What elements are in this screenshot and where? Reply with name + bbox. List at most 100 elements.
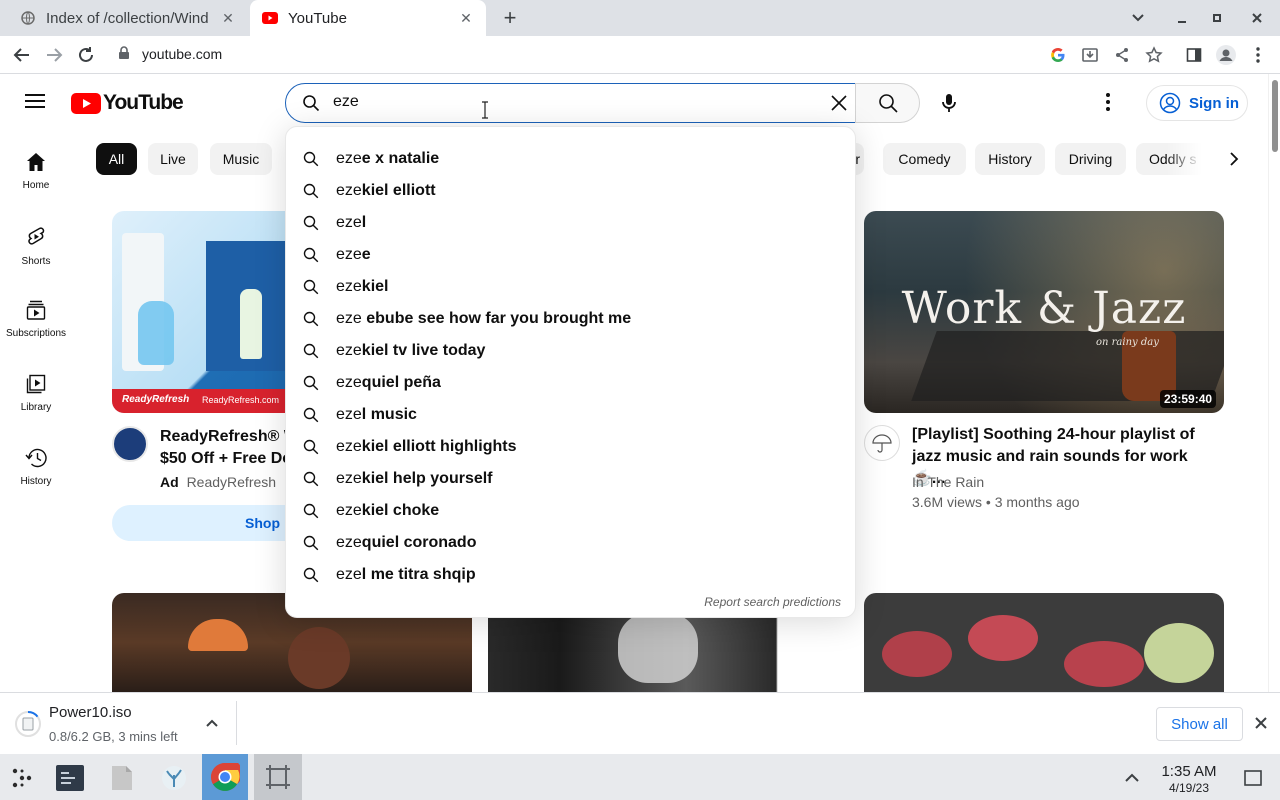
tab-search-chevron-icon[interactable] [1126, 6, 1150, 30]
suggestion-completion: e x natalie [361, 150, 440, 167]
ad-shop-button[interactable]: Shop [112, 505, 292, 541]
share-icon[interactable] [1110, 43, 1134, 67]
channel-avatar[interactable] [864, 425, 900, 461]
search-suggestion[interactable]: ezekiel help yourself [286, 463, 857, 495]
suggestion-completion: l music [361, 406, 417, 423]
sidebar-item-subscriptions[interactable]: Subscriptions [0, 300, 72, 370]
tab-youtube[interactable]: YouTube ✕ [250, 0, 486, 36]
search-suggestion[interactable]: ezee [286, 239, 857, 271]
suggestion-search-icon [303, 279, 319, 295]
search-suggestion[interactable]: ezekiel tv live today [286, 335, 857, 367]
bookmark-star-icon[interactable] [1142, 43, 1166, 67]
chip-history[interactable]: History [975, 143, 1045, 175]
back-button[interactable] [10, 43, 34, 67]
report-predictions-link[interactable]: Report search predictions [704, 595, 841, 609]
search-suggestion[interactable]: ezekiel elliott [286, 175, 857, 207]
youtube-logo[interactable]: YouTube [71, 91, 184, 115]
suggestion-text: ezekiel elliott [336, 182, 436, 200]
sidebar-item-library[interactable]: Library [0, 374, 72, 444]
address-bar-url[interactable]: youtube.com [142, 46, 222, 62]
ad-title[interactable]: ReadyRefresh® W $50 Off + Free De [160, 426, 290, 470]
search-suggestion[interactable]: ezel music [286, 399, 857, 431]
browser-menu-icon[interactable] [1246, 43, 1270, 67]
sidebar-item-shorts[interactable]: Shorts [0, 226, 72, 296]
umbrella-logo-icon [872, 434, 892, 453]
search-suggestion[interactable]: ezequiel coronado [286, 527, 857, 559]
tab-title: YouTube [288, 9, 347, 27]
sign-in-button[interactable]: Sign in [1146, 85, 1248, 121]
suggestion-typed-part: eze [336, 310, 362, 327]
page-scrollbar[interactable] [1268, 74, 1280, 692]
screenshot-app-icon[interactable] [254, 754, 302, 800]
channel-name[interactable]: In The Rain [912, 474, 984, 490]
side-panel-icon[interactable] [1182, 43, 1206, 67]
suggestion-search-icon [303, 535, 319, 551]
suggestion-typed-part: eze [336, 342, 362, 359]
close-window-button[interactable] [1245, 6, 1269, 30]
install-app-icon[interactable] [1078, 43, 1102, 67]
tray-expand-chevron-icon[interactable] [1124, 770, 1140, 788]
search-suggestion[interactable]: ezequiel peña [286, 367, 857, 399]
lock-icon[interactable] [118, 46, 130, 65]
voice-search-button[interactable] [931, 85, 967, 121]
download-bar: Power10.iso 0.8/6.2 GB, 3 mins left Show… [0, 692, 1280, 754]
chip-music[interactable]: Music [210, 143, 272, 175]
minimize-button[interactable] [1170, 6, 1194, 30]
search-input-value[interactable]: eze [333, 93, 359, 111]
forward-button[interactable] [42, 43, 66, 67]
search-suggestion[interactable]: ezekiel elliott highlights [286, 431, 857, 463]
thumb-subtitle: on rainy day [1096, 337, 1159, 348]
new-tab-button[interactable]: + [498, 5, 522, 30]
close-download-bar-icon[interactable] [1253, 715, 1269, 736]
advertiser-avatar[interactable] [112, 426, 148, 462]
search-suggestion[interactable]: ezekiel choke [286, 495, 857, 527]
profile-avatar-icon[interactable] [1214, 43, 1238, 67]
search-suggestions-dropdown: ezee x natalie ezekiel elliott ezel ezee eze… [285, 126, 856, 618]
launcher-icon[interactable] [4, 760, 40, 796]
close-tab-icon[interactable]: ✕ [218, 8, 238, 28]
download-filename[interactable]: Power10.iso [49, 704, 132, 721]
search-suggestion[interactable]: ezel [286, 207, 857, 239]
sidebar-item-label: Subscriptions [5, 328, 67, 339]
chip-comedy[interactable]: Comedy [883, 143, 966, 175]
search-suggestion[interactable]: ezekiel [286, 271, 857, 303]
suggestion-typed-part: eze [336, 246, 362, 263]
suggestion-typed-part: eze [336, 374, 362, 391]
settings-menu-icon[interactable] [1106, 93, 1110, 116]
search-input[interactable] [285, 83, 856, 123]
video-thumbnail[interactable]: Work & Jazz on rainy day 23:59:40 [864, 211, 1224, 413]
suggestion-completion: kiel tv live today [361, 342, 486, 359]
chrome-app-icon[interactable] [202, 754, 248, 800]
chip-driving[interactable]: Driving [1055, 143, 1126, 175]
suggestion-search-icon [303, 183, 319, 199]
suggestion-search-icon [303, 567, 319, 583]
search-suggestion[interactable]: eze ebube see how far you brought me [286, 303, 857, 335]
clear-search-icon[interactable] [829, 93, 849, 118]
notifications-icon[interactable] [1244, 770, 1262, 791]
suggestion-completion: quiel peña [361, 374, 441, 391]
close-tab-icon[interactable]: ✕ [456, 8, 476, 28]
chip-all[interactable]: All [96, 143, 137, 175]
patty-image [882, 631, 952, 677]
sidebar-item-label: Library [20, 402, 52, 413]
chips-next-chevron-icon[interactable] [1224, 149, 1244, 174]
reload-button[interactable] [74, 43, 98, 67]
show-all-button[interactable]: Show all [1156, 707, 1243, 741]
sidebar-item-home[interactable]: Home [0, 152, 72, 222]
maximize-button[interactable] [1205, 6, 1229, 30]
tab-index-of-collection[interactable]: Index of /collection/Wind ✕ [8, 0, 248, 36]
scrollbar-thumb[interactable] [1272, 80, 1278, 152]
chip-live[interactable]: Live [148, 143, 198, 175]
hamburger-menu-icon[interactable] [24, 93, 46, 114]
google-icon[interactable] [1046, 43, 1070, 67]
sidebar-item-history[interactable]: History [0, 448, 72, 518]
terminal-app-icon[interactable] [52, 760, 88, 796]
search-button[interactable] [855, 83, 920, 123]
search-suggestion[interactable]: ezee x natalie [286, 143, 857, 175]
search-suggestion[interactable]: ezel me titra shqip [286, 559, 857, 591]
coral-app-icon[interactable] [156, 760, 192, 796]
files-app-icon[interactable] [104, 760, 140, 796]
video-thumbnail-burgers[interactable] [864, 593, 1224, 692]
download-options-chevron-icon[interactable] [203, 715, 221, 738]
clock[interactable]: 1:35 AM 4/19/23 [1152, 764, 1226, 796]
